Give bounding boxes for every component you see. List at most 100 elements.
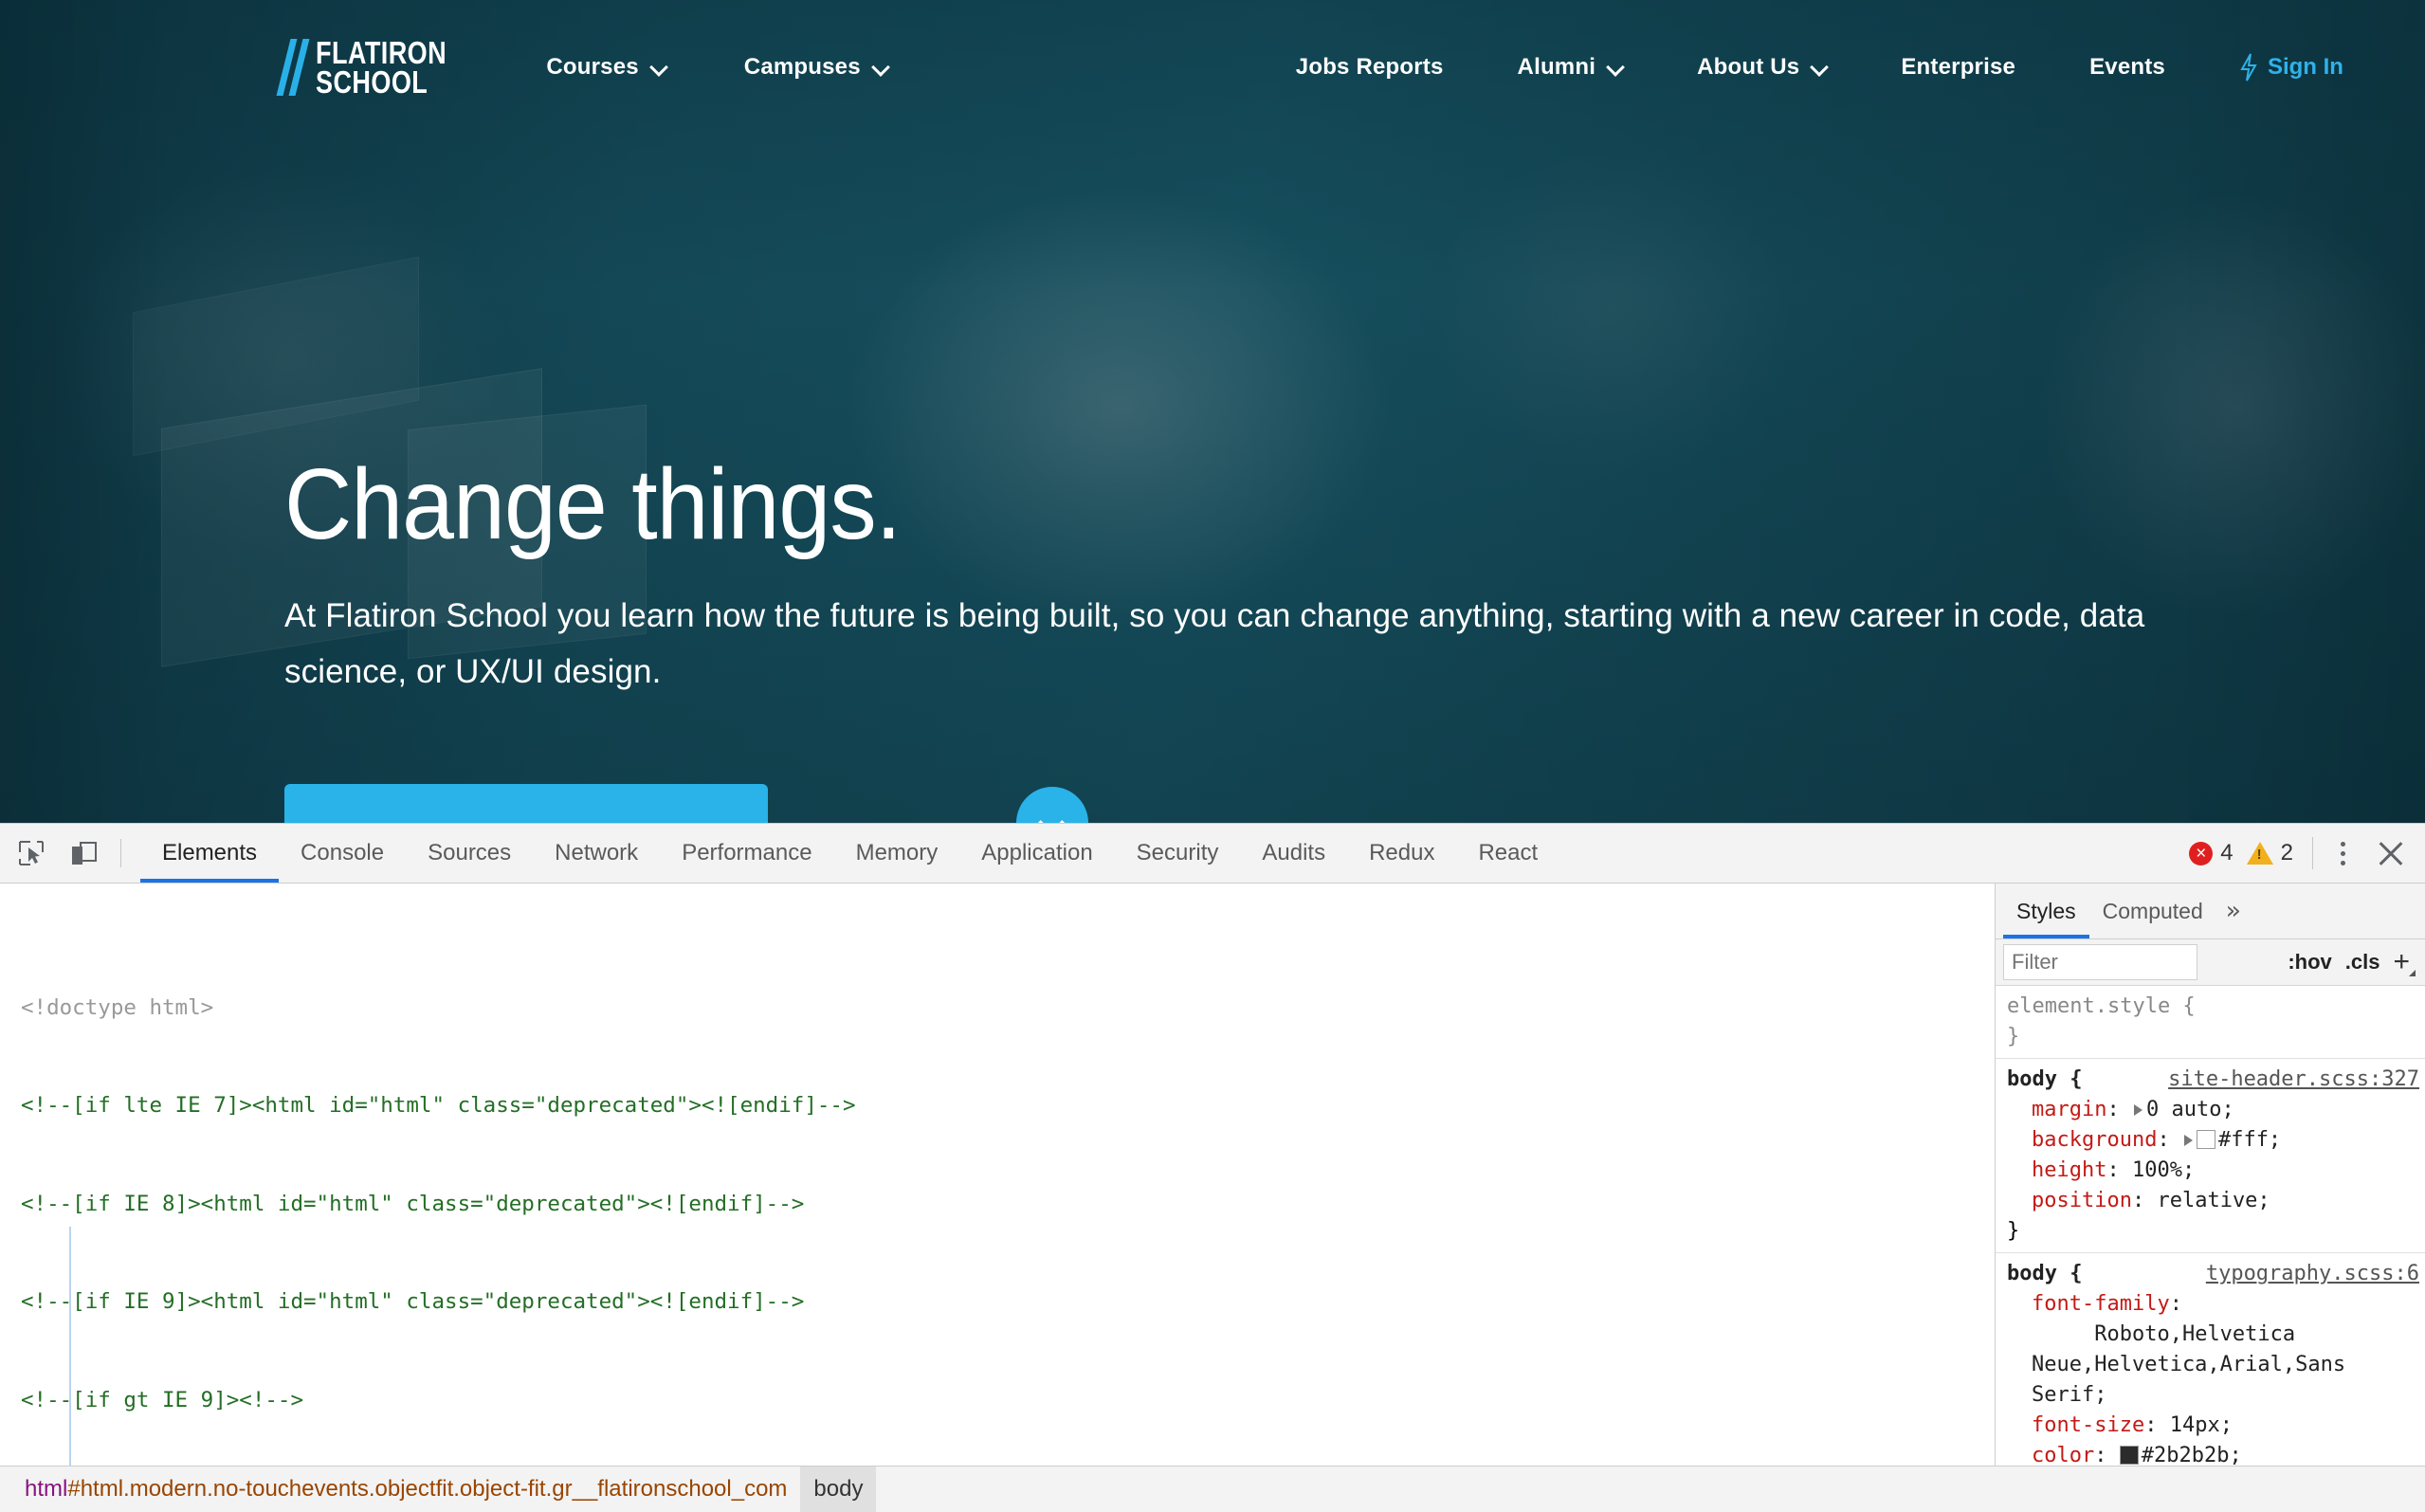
dom-tree-pane[interactable]: <!doctype html> <!--[if lte IE 7]><html … [0, 884, 1995, 1466]
chevron-down-icon [1608, 60, 1623, 75]
dom-indent-guide [69, 1227, 71, 1466]
sign-in-link[interactable]: Sign In [2239, 53, 2343, 82]
nav-item-jobs-reports[interactable]: Jobs Reports [1296, 54, 1444, 81]
breadcrumb-item-body[interactable]: body [800, 1466, 877, 1512]
tab-sources[interactable]: Sources [406, 824, 533, 883]
styles-rules-list[interactable]: element.style { } body { site-header.scs… [1996, 986, 2425, 1466]
devtools-panel: Elements Console Sources Network Perform… [0, 823, 2425, 1512]
dom-line-doctype[interactable]: <!doctype html> [0, 992, 1995, 1025]
nav-item-courses[interactable]: Courses [546, 54, 666, 81]
declaration-height[interactable]: height: 100%; [2007, 1156, 2419, 1186]
style-rule-element-style[interactable]: element.style { } [1996, 986, 2425, 1059]
tab-audits[interactable]: Audits [1240, 824, 1347, 883]
tab-react[interactable]: React [1456, 824, 1559, 883]
declaration-background[interactable]: background: #fff; [2007, 1125, 2419, 1156]
nav-item-enterprise[interactable]: Enterprise [1901, 54, 2015, 81]
chevron-down-icon [1812, 60, 1827, 75]
warning-count-badge[interactable]: 2 [2246, 840, 2293, 866]
rule-closing-brace: } [2007, 1219, 2020, 1243]
tab-redux[interactable]: Redux [1347, 824, 1456, 883]
lightning-bolt-icon [2239, 53, 2258, 82]
rule-selector-row: element.style { [2007, 992, 2419, 1022]
declaration-margin[interactable]: margin: 0 auto; [2007, 1095, 2419, 1125]
chevron-down-icon [873, 60, 888, 75]
rule-selector-row: body { typography.scss:6 [2007, 1259, 2419, 1289]
kebab-menu-icon[interactable] [2326, 841, 2359, 865]
primary-nav-left: Courses Campuses [546, 54, 887, 81]
more-tabs-icon[interactable]: » [2216, 884, 2251, 938]
rule-selector[interactable]: body { [2007, 1065, 2082, 1095]
style-rule-body-typography[interactable]: body { typography.scss:6 font-family: Ro… [1996, 1253, 2425, 1466]
tab-network[interactable]: Network [533, 824, 660, 883]
logo-slashes-icon [276, 39, 310, 96]
error-icon: × [2189, 841, 2214, 865]
breadcrumb-item-html[interactable]: html #html.modern.no-touchevents.objectfi… [11, 1466, 800, 1512]
hero-copy: Change things. At Flatiron School you le… [284, 454, 2171, 700]
tab-elements[interactable]: Elements [140, 824, 280, 883]
logo-text: FLATIRON SCHOOL [316, 37, 447, 98]
nav-label: About Us [1697, 54, 1800, 80]
dom-line-comment[interactable]: <!--[if IE 9]><html id="html" class="dep… [0, 1285, 1995, 1319]
devtools-body: <!doctype html> <!--[if lte IE 7]><html … [0, 884, 2425, 1466]
styles-pane: Styles Computed » :hov .cls + [1995, 884, 2425, 1466]
expand-shorthand-icon[interactable] [2133, 1104, 2142, 1116]
error-count: 4 [2220, 840, 2234, 865]
color-swatch[interactable] [2196, 1130, 2215, 1149]
nav-item-alumni[interactable]: Alumni [1518, 54, 1624, 81]
rule-source-link[interactable]: typography.scss:6 [2206, 1259, 2419, 1289]
nav-item-events[interactable]: Events [2089, 54, 2165, 81]
tab-application[interactable]: Application [959, 824, 1114, 883]
nav-label: Courses [546, 54, 639, 80]
toolbar-divider [2312, 837, 2313, 869]
dom-line-comment[interactable]: <!--[if lte IE 7]><html id="html" class=… [0, 1089, 1995, 1122]
style-rule-body-site-header[interactable]: body { site-header.scss:327 margin: 0 au… [1996, 1059, 2425, 1253]
nav-item-about-us[interactable]: About Us [1697, 54, 1827, 81]
error-count-badge[interactable]: × 4 [2189, 840, 2234, 866]
screen: FLATIRON SCHOOL Courses Campuses Jobs Rep… [0, 0, 2425, 1512]
tab-performance[interactable]: Performance [660, 824, 833, 883]
declaration-color[interactable]: color: #2b2b2b; [2007, 1441, 2419, 1466]
dom-line-comment[interactable]: <!--[if gt IE 9]><!--> [0, 1384, 1995, 1417]
tab-console[interactable]: Console [279, 824, 406, 883]
inspect-element-icon[interactable] [5, 824, 58, 883]
logo[interactable]: FLATIRON SCHOOL [276, 0, 475, 135]
declaration-position[interactable]: position: relative; [2007, 1186, 2419, 1216]
color-swatch[interactable] [2119, 1446, 2139, 1465]
nav-label: Campuses [743, 54, 861, 80]
tab-styles[interactable]: Styles [2003, 884, 2089, 938]
rule-selector-row: body { site-header.scss:327 [2007, 1065, 2419, 1095]
toggle-hover-state-button[interactable]: :hov [2288, 950, 2331, 975]
chevron-down-icon [651, 60, 666, 75]
browser-viewport: FLATIRON SCHOOL Courses Campuses Jobs Rep… [0, 0, 2425, 823]
photo-laptop-shape [133, 256, 419, 457]
nav-item-campuses[interactable]: Campuses [744, 54, 888, 81]
devtools-toolbar: Elements Console Sources Network Perform… [0, 824, 2425, 884]
device-toolbar-icon[interactable] [58, 824, 111, 883]
toggle-class-button[interactable]: .cls [2345, 950, 2380, 975]
rule-source-link[interactable]: site-header.scss:327 [2168, 1065, 2419, 1095]
styles-filter-row: :hov .cls + [1996, 939, 2425, 986]
styles-filter-input[interactable] [2003, 944, 2197, 980]
rule-selector[interactable]: body { [2007, 1259, 2082, 1289]
devtools-toolbar-right: × 4 2 [2189, 824, 2425, 883]
nav-label: Enterprise [1901, 54, 2016, 80]
styles-tab-bar: Styles Computed » [1996, 884, 2425, 939]
hero-cta-button[interactable] [284, 784, 768, 823]
tab-security[interactable]: Security [1115, 824, 1241, 883]
dom-line-comment[interactable]: <!--[if IE 8]><html id="html" class="dep… [0, 1188, 1995, 1221]
expand-shorthand-icon[interactable] [2183, 1135, 2193, 1146]
nav-label: Events [2089, 54, 2165, 80]
site-header: FLATIRON SCHOOL Courses Campuses Jobs Rep… [0, 0, 2425, 135]
rule-selector[interactable]: element.style { [2007, 992, 2196, 1022]
declaration-font-size[interactable]: font-size: 14px; [2007, 1411, 2419, 1441]
warning-count: 2 [2280, 840, 2293, 865]
declaration-font-family[interactable]: font-family: Roboto,Helvetica Neue,Helve… [2007, 1289, 2419, 1411]
tab-computed[interactable]: Computed [2089, 884, 2216, 938]
nav-label: Alumni [1517, 54, 1596, 80]
primary-nav-right-group: Jobs Reports Alumni About Us Enterprise … [1296, 53, 2343, 82]
toolbar-divider [120, 839, 121, 867]
close-icon[interactable] [2374, 836, 2408, 870]
new-style-rule-button[interactable]: + [2393, 946, 2416, 978]
tab-memory[interactable]: Memory [834, 824, 960, 883]
dom-tree: <!doctype html> <!--[if lte IE 7]><html … [0, 884, 1995, 1466]
